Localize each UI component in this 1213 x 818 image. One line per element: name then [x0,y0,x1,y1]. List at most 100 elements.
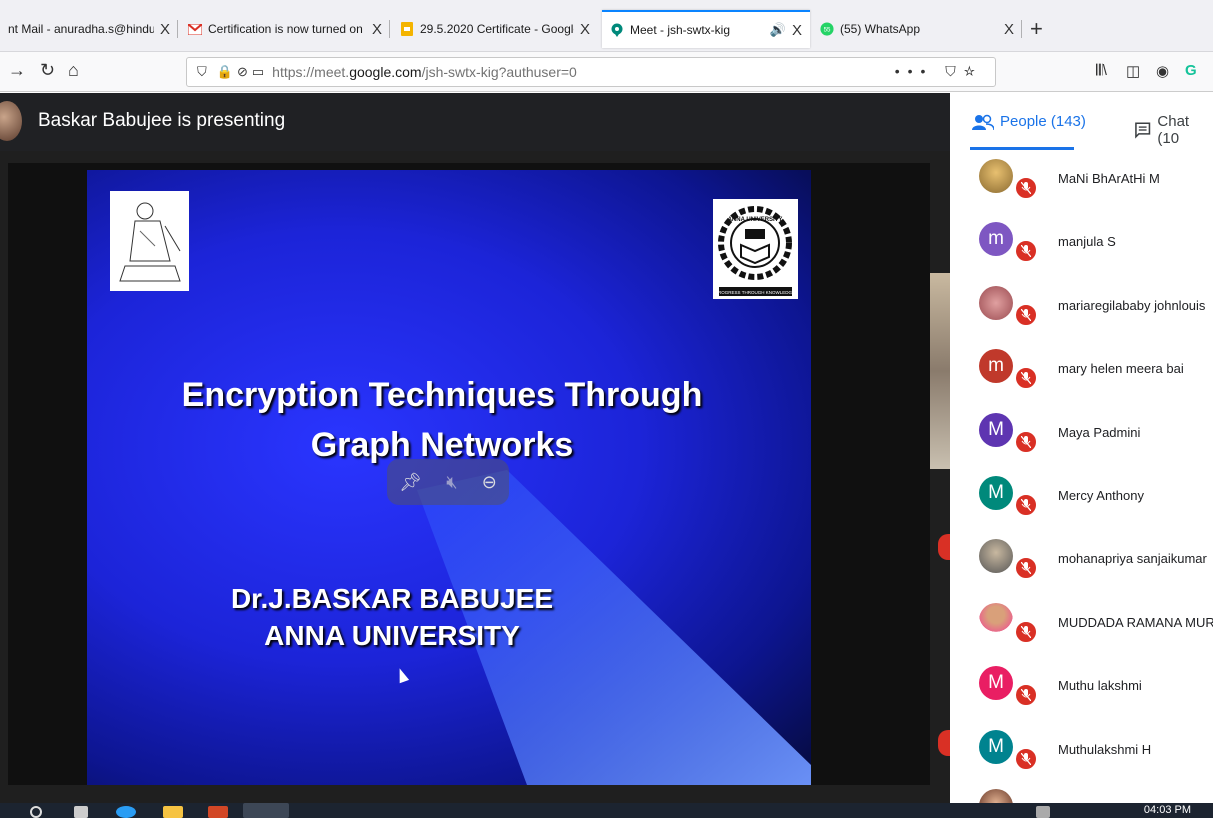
slide-title-line1: Encryption Techniques Through [181,376,703,414]
participant-row[interactable]: M Maya Padmini [950,405,1213,468]
mic-off-icon [1014,176,1038,200]
tab-gmail-certification[interactable]: Certification is now turned on f X [180,12,390,46]
account-icon[interactable]: ◉ [1156,62,1169,80]
mic-off-icon [1014,556,1038,581]
address-bar[interactable]: ⛉ 🔒 ⊘ ▭ https://meet.google.com/jsh-swtx… [186,57,996,87]
presenting-label: Baskar Babujee is presenting [38,110,286,131]
participant-row[interactable]: MaNi BhArAtHi M [950,151,1213,214]
slide-author-line2: ANNA UNIVERSITY [264,620,520,651]
mute-audio-icon[interactable]: 🔇︎ [446,472,457,493]
participant-row[interactable]: mariaregilababy johnlouis [950,278,1213,341]
participant-row[interactable]: MUDDADA RAMANA MURTY [950,595,1213,658]
tab-close-icon[interactable]: X [160,21,170,38]
meet-icon [610,23,624,37]
tab-label: 29.5.2020 Certificate - Google S [420,22,574,36]
participant-row[interactable]: M Muthu lakshmi [950,658,1213,721]
avatar: M [979,475,1013,510]
presenting-banner: Baskar Babujee is presenting [0,93,950,151]
pocket-icon[interactable]: ⛉ [945,63,964,79]
slide-author-line1: Dr.J.BASKAR BABUJEE [230,583,554,614]
presentation-area: ANNA UNIVERSITY PROGRESS THROUGH KNOWLED… [8,163,930,785]
participant-row[interactable]: m manjula S [950,214,1213,277]
tab-close-icon[interactable]: X [792,22,802,39]
page-actions: ••• ⛉☆ [895,63,983,80]
participant-name: mohanapriya sanjaikumar [1058,551,1207,567]
avatar [979,539,1013,574]
speaker-icon[interactable]: 🔊 [770,22,786,38]
forward-arrow-icon[interactable]: → [8,60,26,81]
task-view-icon[interactable] [74,806,88,818]
bookmark-star-icon[interactable]: ☆ [964,63,983,79]
participant-row[interactable]: mohanapriya sanjaikumar [950,531,1213,594]
tab-label: Certification is now turned on f [208,22,366,36]
chat-icon [1135,122,1151,139]
tab-label: nt Mail - anuradha.s@hindus [8,22,154,36]
shield-icon[interactable]: ⛉ [197,64,207,80]
library-icon[interactable]: 𝄃𝄃\ [1096,62,1107,79]
pin-icon[interactable]: 📌︎ [399,472,422,493]
tab-label: Meet - jsh-swtx-kig [630,23,731,37]
edge-icon[interactable] [116,806,136,818]
mic-off-icon [1014,429,1038,454]
os-taskbar: 04:03 PM [0,803,1213,818]
home-icon[interactable]: ⌂ [68,60,79,81]
avatar: m [979,349,1013,384]
tab-people[interactable]: People (143) [972,113,1086,130]
participant-row[interactable]: M Muthulakshmi H [950,722,1213,785]
participant-name: mariaregilababy johnlouis [1058,297,1206,313]
svg-text:ANNA UNIVERSITY: ANNA UNIVERSITY [728,217,783,223]
participant-name: Mercy Anthony [1058,487,1144,503]
mic-off-icon [1014,619,1038,644]
tab-close-icon[interactable]: X [580,21,590,38]
avatar [979,159,1013,193]
presentation-slide: ANNA UNIVERSITY PROGRESS THROUGH KNOWLED… [87,170,811,785]
meet-stage: Baskar Babujee is presenting ANNA UNIVER… [0,93,954,803]
participant-name: Muthu lakshmi [1058,678,1142,694]
lock-icon[interactable]: 🔒 [217,64,233,80]
participant-name: Muthulakshmi H [1058,741,1152,757]
participant-row[interactable]: M Mercy Anthony [950,468,1213,531]
new-tab-button[interactable]: + [1030,16,1043,42]
mic-off-icon [1014,683,1038,708]
participant-row[interactable]: m mary helen meera bai [950,341,1213,404]
sidebar-icon[interactable]: ◫ [1126,62,1140,80]
reload-icon[interactable]: ↻ [40,60,55,81]
participant-name: MaNi BhArAtHi M [1058,171,1160,186]
gmail-icon [188,22,202,36]
avatar: m [979,222,1013,257]
active-tab-indicator [970,147,1074,150]
office-icon[interactable] [208,806,228,818]
navigation-toolbar: → ↻ ⌂ ⛉ 🔒 ⊘ ▭ https://meet.google.com/js… [0,52,1213,92]
sage-illustration [110,191,189,291]
tab-meet[interactable]: Meet - jsh-swtx-kig 🔊 X [602,10,810,48]
tab-close-icon[interactable]: X [372,21,382,38]
tab-strip: nt Mail - anuradha.s@hindus X Certificat… [0,0,1213,52]
camera-permission-icon[interactable]: ⊘ [237,64,248,80]
chat-tab-label: Chat (10 [1157,113,1190,147]
mic-off-icon [1014,746,1038,771]
participant-name: Maya Padmini [1058,424,1141,440]
participant-thumbnail-strip [930,273,950,469]
participant-name: MUDDADA RAMANA MURTY [1058,614,1213,630]
svg-text:PROGRESS THROUGH KNOWLEDGE: PROGRESS THROUGH KNOWLEDGE [715,290,795,295]
tab-whatsapp[interactable]: 55 (55) WhatsApp X [812,12,1022,46]
remove-icon[interactable]: ⊖ [482,472,497,493]
mic-off-icon [1014,239,1038,264]
tray-icon[interactable] [1036,806,1050,818]
presenter-avatar [0,101,22,141]
avatar [979,602,1013,637]
more-actions-icon[interactable]: ••• [895,63,934,79]
slides-icon [400,22,414,36]
tab-mail[interactable]: nt Mail - anuradha.s@hindus X [0,12,178,46]
tab-chat[interactable]: Chat (10 [1134,113,1213,147]
whatsapp-icon: 55 [820,22,834,36]
grammarly-icon[interactable]: G [1185,62,1197,79]
firefox-taskbar-button[interactable] [243,803,289,818]
search-icon[interactable] [30,806,42,818]
file-explorer-icon[interactable] [163,806,183,818]
participant-name: manjula S [1058,234,1116,250]
people-icon [972,114,994,130]
tab-google-slides[interactable]: 29.5.2020 Certificate - Google S X [392,12,598,46]
screen-share-icon[interactable]: ▭ [252,64,264,80]
tab-close-icon[interactable]: X [1004,21,1014,38]
